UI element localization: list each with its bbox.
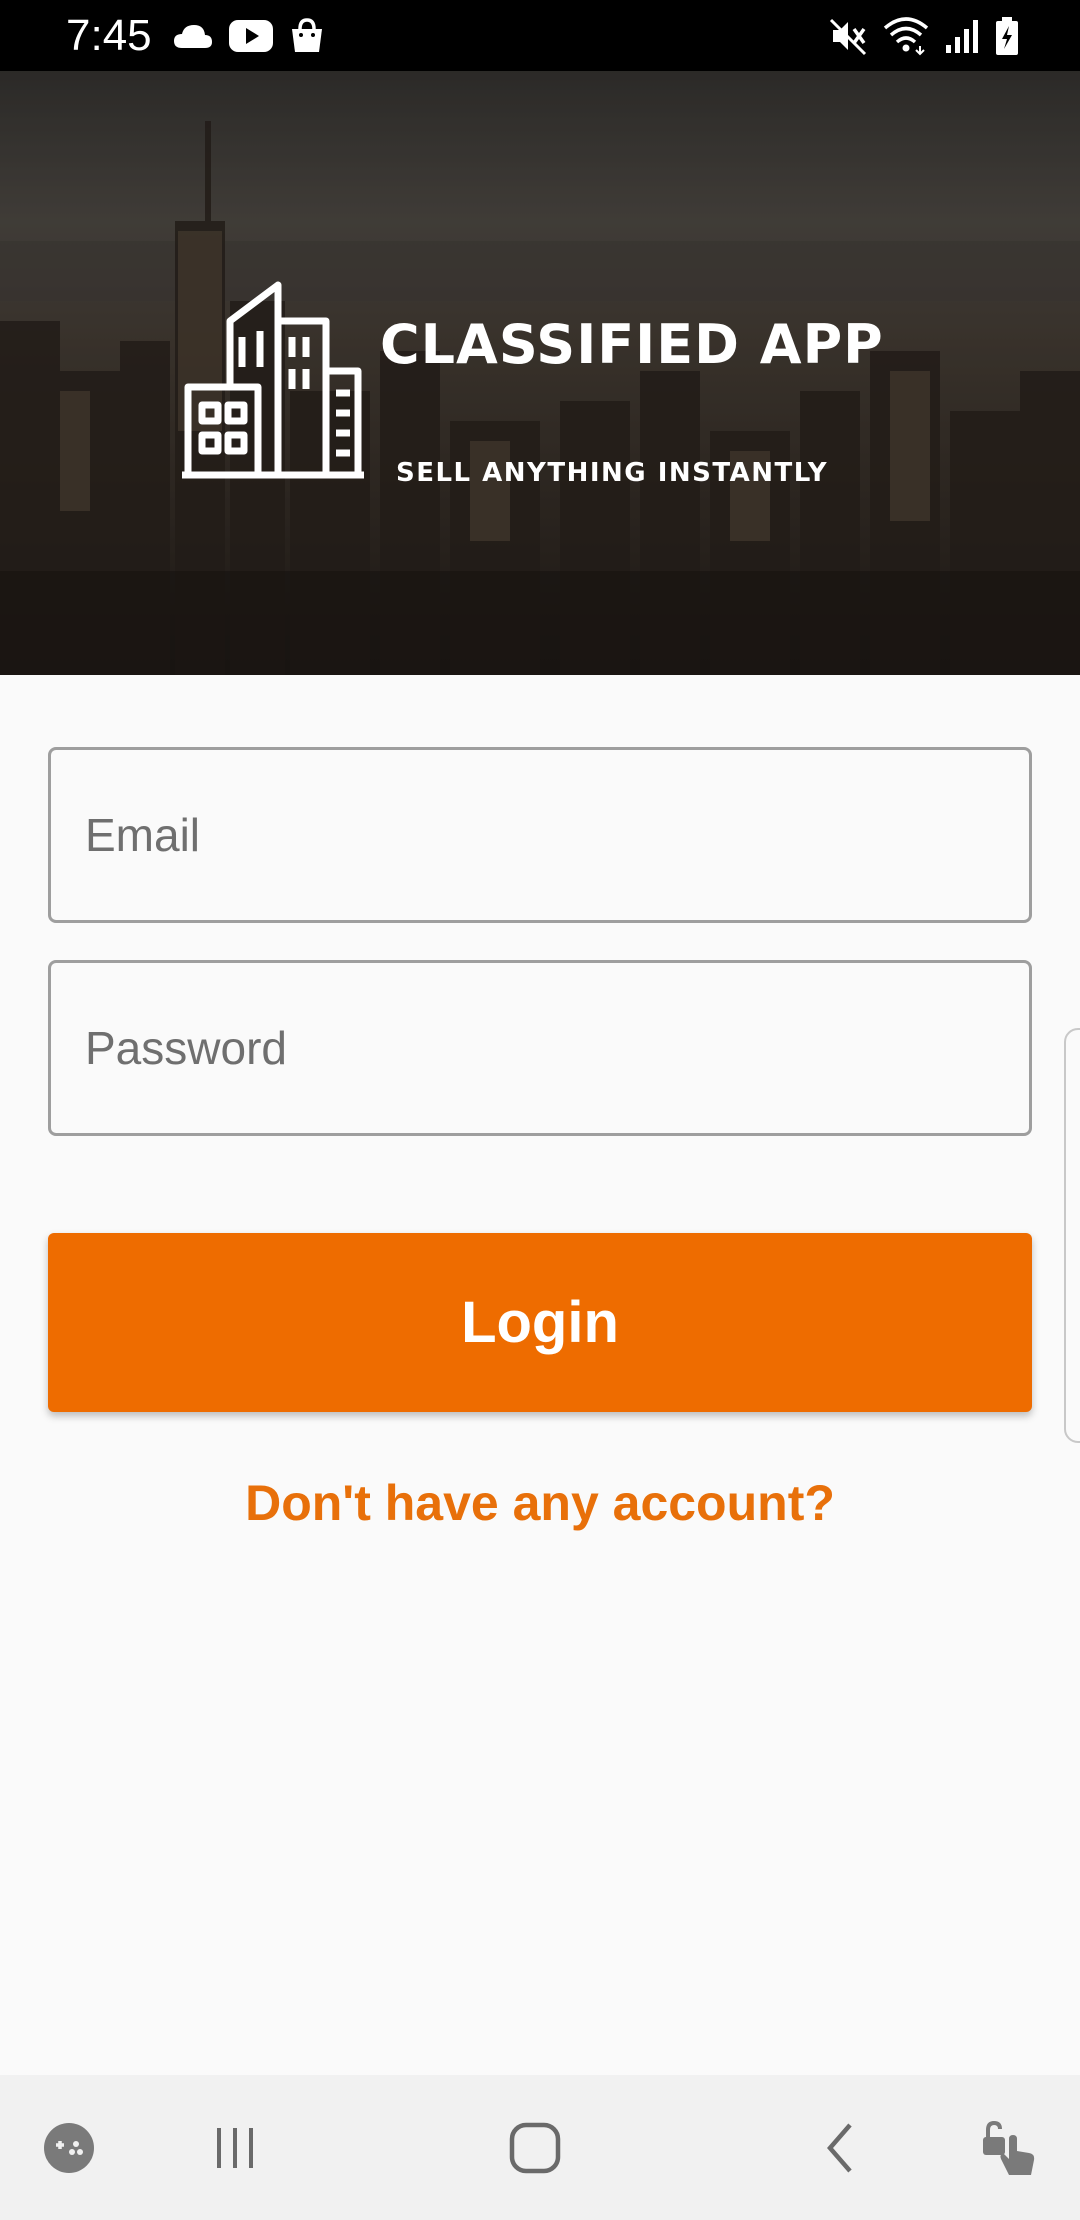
signup-link[interactable]: Don't have any account? (0, 1468, 1080, 1538)
status-left-icons (172, 14, 326, 58)
status-bar: 7:45 (0, 0, 1080, 71)
mute-icon (828, 16, 868, 56)
login-button[interactable]: Login (48, 1233, 1032, 1412)
password-field[interactable] (48, 960, 1032, 1136)
back-icon[interactable] (800, 2075, 880, 2220)
shopping-bag-icon (288, 17, 326, 55)
recent-apps-icon[interactable] (195, 2075, 275, 2220)
hero-banner: CLASSIFIED APP SELL ANYTHING INSTANTLY (0, 71, 1080, 675)
email-input[interactable] (51, 750, 1029, 920)
game-launcher-icon[interactable] (34, 2075, 104, 2220)
email-field[interactable] (48, 747, 1032, 923)
side-panel-handle[interactable] (1064, 1028, 1080, 1443)
home-icon[interactable] (495, 2075, 575, 2220)
app-tagline: SELL ANYTHING INSTANTLY (396, 458, 829, 488)
youtube-icon (228, 19, 274, 53)
password-input[interactable] (51, 963, 1029, 1133)
unlock-gesture-icon[interactable] (970, 2075, 1050, 2220)
signal-icon (944, 17, 980, 55)
buildings-icon (178, 281, 368, 486)
status-time: 7:45 (66, 11, 152, 60)
battery-charging-icon (994, 16, 1020, 56)
app-title: CLASSIFIED APP (380, 313, 884, 376)
navigation-bar (0, 2075, 1080, 2220)
wifi-icon (882, 16, 930, 56)
cloud-icon (172, 22, 214, 50)
status-right-icons (828, 12, 1020, 60)
